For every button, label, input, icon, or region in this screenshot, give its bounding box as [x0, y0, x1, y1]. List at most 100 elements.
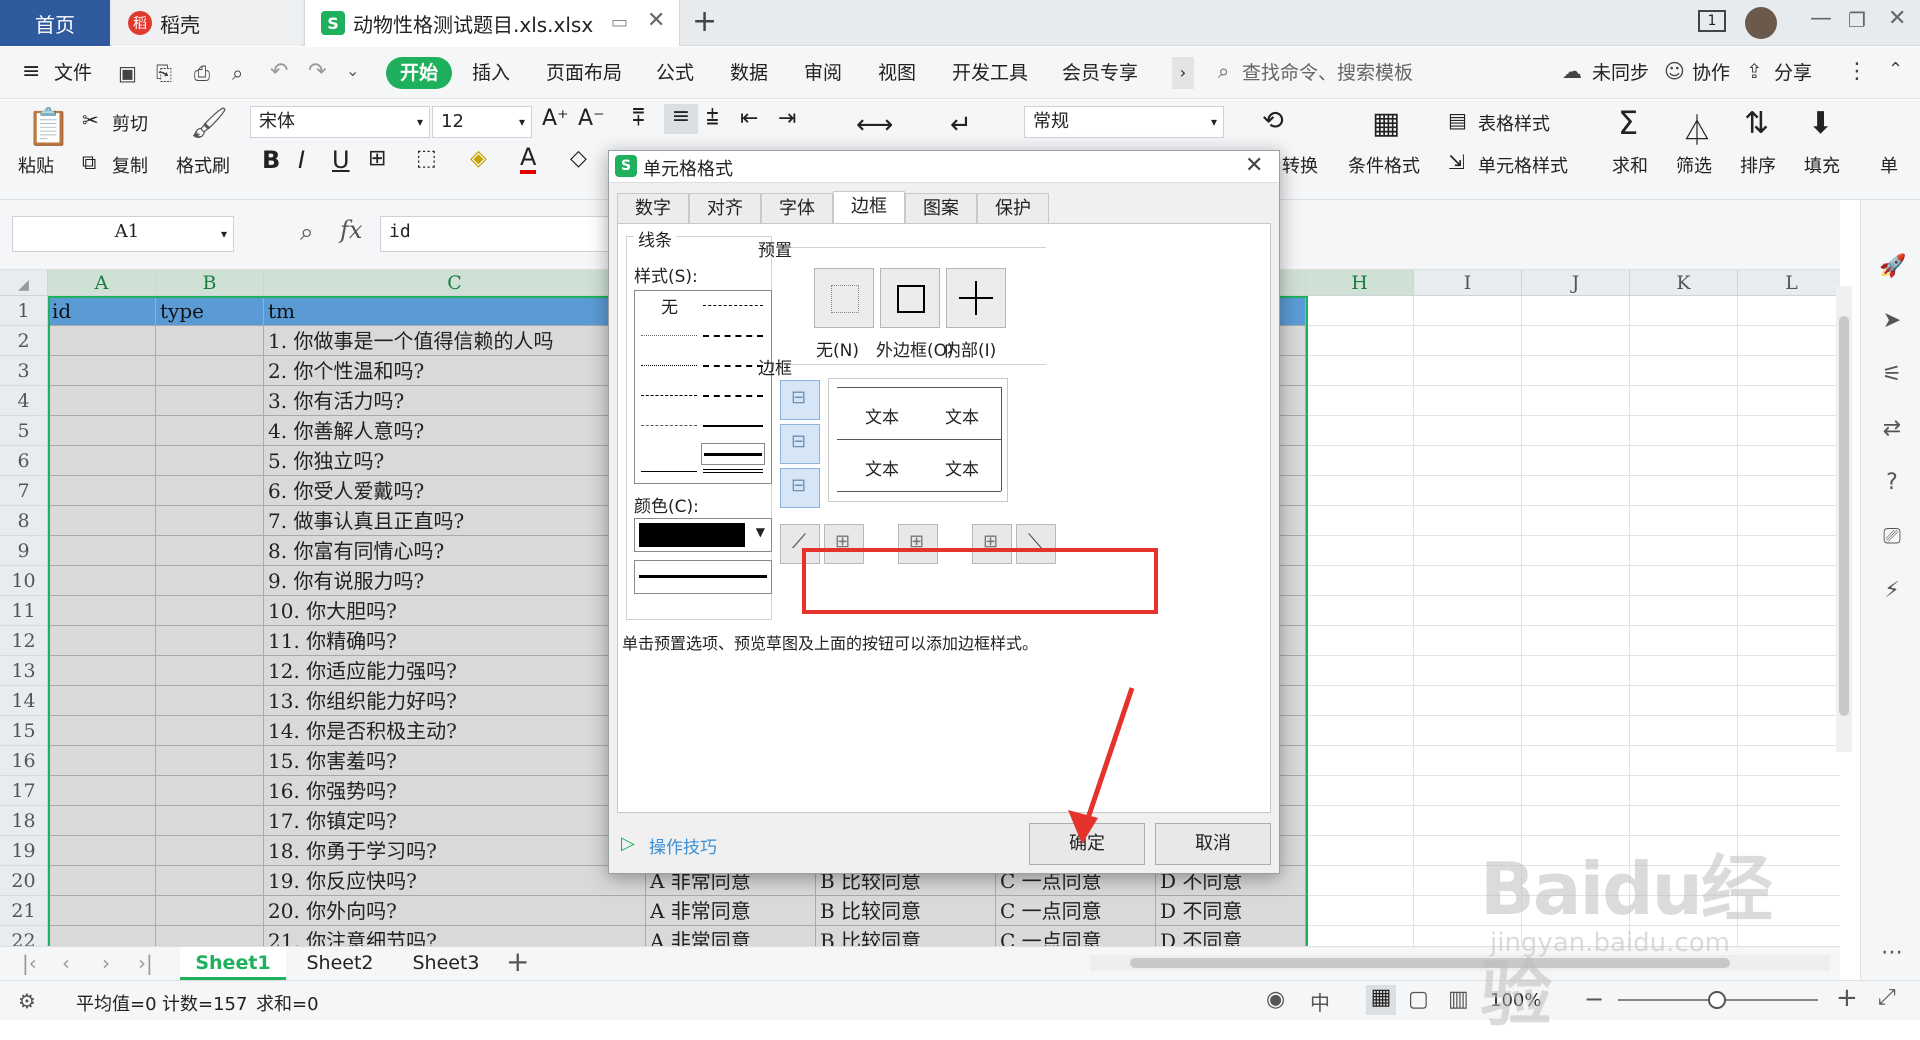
more-menu-icon[interactable]: › — [1172, 57, 1194, 89]
first-sheet-icon[interactable]: |‹ — [22, 951, 37, 975]
row-header[interactable]: 21 — [0, 896, 48, 926]
cell[interactable] — [1306, 446, 1414, 476]
cell[interactable] — [1306, 596, 1414, 626]
cell[interactable] — [1414, 566, 1522, 596]
cell[interactable] — [156, 566, 264, 596]
menu-insert[interactable]: 插入 — [472, 57, 510, 89]
bold-icon[interactable]: B — [262, 146, 280, 174]
cell[interactable] — [48, 776, 156, 806]
row-header[interactable]: 4 — [0, 386, 48, 416]
cut-button[interactable]: 剪切 — [112, 110, 148, 136]
name-box[interactable]: A1 ▾ — [12, 216, 234, 252]
cell[interactable] — [1306, 686, 1414, 716]
cell[interactable] — [156, 686, 264, 716]
cell[interactable] — [1738, 716, 1840, 746]
cell[interactable] — [1306, 566, 1414, 596]
cell[interactable] — [156, 806, 264, 836]
rocket-icon[interactable]: 🚀 — [1879, 254, 1906, 280]
menu-review[interactable]: 审阅 — [804, 57, 842, 89]
cell[interactable] — [1306, 866, 1414, 896]
style-dash-dot[interactable] — [703, 365, 763, 367]
cell[interactable] — [1630, 566, 1738, 596]
style-dash-dot-thin[interactable] — [641, 395, 697, 396]
cell[interactable] — [156, 326, 264, 356]
column-header[interactable]: H — [1306, 270, 1414, 296]
cell[interactable] — [1738, 536, 1840, 566]
collapse-ribbon-icon[interactable]: ⌃ — [1888, 59, 1903, 80]
cell[interactable] — [1306, 926, 1414, 946]
cell[interactable] — [48, 716, 156, 746]
underline-icon[interactable]: U — [332, 146, 350, 174]
style-thin[interactable] — [641, 471, 697, 472]
cell[interactable]: 16. 你强势吗? — [264, 776, 646, 806]
macro-icon[interactable]: ⚙ — [18, 989, 36, 1013]
print-icon[interactable]: ⎙ — [194, 61, 210, 85]
print-preview-icon[interactable]: ⌕ — [232, 61, 243, 85]
avatar[interactable] — [1745, 7, 1777, 39]
cell[interactable] — [1630, 446, 1738, 476]
cell[interactable]: 20. 你外向吗? — [264, 896, 646, 926]
cell[interactable] — [156, 416, 264, 446]
row-header[interactable]: 3 — [0, 356, 48, 386]
cell[interactable] — [1306, 296, 1414, 326]
menu-view[interactable]: 视图 — [878, 57, 916, 89]
cell[interactable] — [48, 326, 156, 356]
cell[interactable] — [1414, 326, 1522, 356]
align-bottom-icon[interactable]: ⩲ — [706, 106, 719, 131]
row-header[interactable]: 20 — [0, 866, 48, 896]
format-painter-button[interactable]: 格式刷 — [176, 152, 230, 178]
cell[interactable] — [156, 446, 264, 476]
column-header[interactable]: B — [156, 270, 264, 296]
cell[interactable] — [156, 656, 264, 686]
redo-icon[interactable]: ↷ — [308, 59, 326, 84]
cell[interactable]: 5. 你独立吗? — [264, 446, 646, 476]
cell[interactable] — [1306, 806, 1414, 836]
cell[interactable]: B 比较同意 — [816, 926, 996, 946]
style-hair[interactable] — [641, 335, 697, 336]
cell[interactable] — [1414, 776, 1522, 806]
tab-border[interactable]: 边框 — [833, 191, 905, 225]
cell[interactable] — [156, 536, 264, 566]
indent-decrease-icon[interactable]: ⇤ — [740, 106, 758, 131]
cell[interactable] — [48, 896, 156, 926]
tab-home[interactable]: 首页 — [0, 0, 110, 46]
cell[interactable] — [48, 626, 156, 656]
cell[interactable] — [1522, 656, 1630, 686]
cell[interactable] — [1630, 476, 1738, 506]
cell[interactable] — [1306, 746, 1414, 776]
cell[interactable] — [48, 476, 156, 506]
cell[interactable] — [1630, 746, 1738, 776]
cell[interactable] — [1522, 386, 1630, 416]
sheet-tab-1[interactable]: Sheet1 — [180, 947, 286, 980]
cell[interactable] — [1414, 416, 1522, 446]
cell[interactable] — [156, 596, 264, 626]
merge-icon[interactable]: ⟷ — [856, 110, 893, 140]
number-format-select[interactable]: 常规 ▾ — [1024, 106, 1224, 138]
undo-icon[interactable]: ↶ — [270, 59, 288, 84]
cell[interactable] — [48, 686, 156, 716]
menu-page-layout[interactable]: 页面布局 — [546, 57, 622, 89]
cell[interactable] — [1522, 746, 1630, 776]
style-dash-dot-dot[interactable] — [703, 305, 763, 306]
border-middle-h-button[interactable]: ⊟ — [780, 424, 820, 464]
cell[interactable]: B 比较同意 — [816, 896, 996, 926]
cell[interactable]: 18. 你勇于学习吗? — [264, 836, 646, 866]
cell[interactable] — [1522, 626, 1630, 656]
font-name-select[interactable]: 宋体 ▾ — [250, 106, 430, 138]
row-header[interactable]: 2 — [0, 326, 48, 356]
tab-number[interactable]: 数字 — [617, 193, 689, 223]
collab-button[interactable]: 协作 — [1692, 57, 1730, 89]
cell[interactable] — [1306, 326, 1414, 356]
row-header[interactable]: 8 — [0, 506, 48, 536]
cell[interactable]: 14. 你是否积极主动? — [264, 716, 646, 746]
cell[interactable] — [1522, 686, 1630, 716]
column-header[interactable]: I — [1414, 270, 1522, 296]
cell[interactable] — [1738, 506, 1840, 536]
sync-button[interactable]: 未同步 — [1592, 57, 1649, 89]
cell[interactable] — [1414, 476, 1522, 506]
preset-outline-button[interactable] — [880, 268, 940, 328]
add-sheet-icon[interactable]: + — [506, 945, 529, 978]
cell[interactable] — [1738, 626, 1840, 656]
cancel-button[interactable]: 取消 — [1155, 823, 1271, 865]
cell[interactable] — [156, 836, 264, 866]
